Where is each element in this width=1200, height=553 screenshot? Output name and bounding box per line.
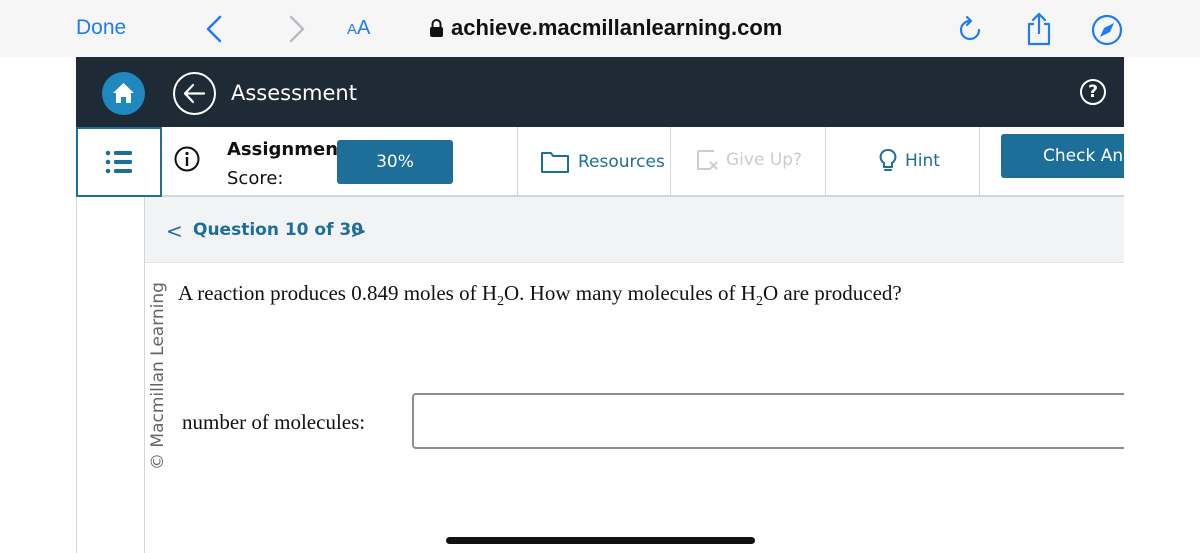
score-label-line2: Score: <box>227 168 284 189</box>
check-answer-button[interactable]: Check Answer <box>1001 134 1124 178</box>
give-up-label: Give Up? <box>726 150 803 170</box>
subscript: 2 <box>497 294 505 309</box>
next-question-button[interactable]: > <box>350 219 367 243</box>
text-size-button[interactable]: AA <box>347 17 370 40</box>
home-icon <box>113 83 134 103</box>
question-text-part: A reaction produces 0.849 moles of H <box>178 281 498 305</box>
app-header: Assessment ? <box>76 57 1124 127</box>
previous-question-button[interactable]: < <box>166 219 183 243</box>
home-indicator <box>446 537 755 544</box>
toolbar-divider <box>517 127 518 197</box>
text-size-small-label: A <box>347 21 358 38</box>
resources-button[interactable]: Resources <box>540 148 665 176</box>
info-icon[interactable] <box>174 146 200 172</box>
question-navigation: < Question 10 of 30 > <box>145 197 1124 263</box>
subscript: 2 <box>755 294 763 309</box>
assessment-toolbar: Assignment Score: 30% Resources Give Up?… <box>76 127 1124 197</box>
help-button[interactable]: ? <box>1080 79 1106 105</box>
lightbulb-icon <box>879 149 897 171</box>
score-badge: 30% <box>337 140 453 184</box>
give-up-icon <box>697 150 718 170</box>
answer-label: number of molecules: <box>182 410 366 434</box>
arrow-left-icon <box>183 83 206 104</box>
forward-arrow-icon[interactable] <box>286 14 308 44</box>
sidebar-border <box>76 197 77 553</box>
question-text-part: O. How many molecules of H <box>504 281 756 305</box>
page-title: Assessment <box>231 81 357 105</box>
share-icon[interactable] <box>1024 12 1054 46</box>
toolbar-divider <box>979 127 980 197</box>
molecules-answer-input[interactable] <box>412 393 1124 449</box>
browser-toolbar: Done AA achieve.macmillanlearning.com <box>0 0 1200 57</box>
compass-icon[interactable] <box>1091 14 1123 46</box>
copyright-text: © Macmillan Learning <box>148 282 168 470</box>
back-arrow-icon[interactable] <box>203 14 225 44</box>
toolbar-divider <box>670 127 671 197</box>
hint-button[interactable]: Hint <box>879 148 940 174</box>
resources-label: Resources <box>578 152 665 172</box>
question-text: A reaction produces 0.849 moles of H2O. … <box>178 281 902 310</box>
toolbar-divider <box>825 127 826 197</box>
score-label-line1: Assignment <box>227 139 347 160</box>
address-bar[interactable]: achieve.macmillanlearning.com <box>451 15 782 41</box>
question-mark-icon: ? <box>1088 82 1098 102</box>
hint-label: Hint <box>905 151 940 171</box>
done-button[interactable]: Done <box>76 16 126 40</box>
reload-icon[interactable] <box>957 15 983 43</box>
home-button[interactable] <box>102 72 145 115</box>
back-button[interactable] <box>173 72 216 115</box>
question-counter: Question 10 of 30 <box>193 220 364 240</box>
give-up-button[interactable]: Give Up? <box>696 149 802 171</box>
folder-icon <box>541 152 569 173</box>
list-icon <box>105 150 132 174</box>
question-list-button[interactable] <box>76 127 162 197</box>
lock-icon <box>430 19 443 37</box>
assignment-score-label: Assignment Score: <box>227 135 347 193</box>
question-text-part: O are produced? <box>762 281 902 305</box>
text-size-large-label: A <box>357 17 371 39</box>
